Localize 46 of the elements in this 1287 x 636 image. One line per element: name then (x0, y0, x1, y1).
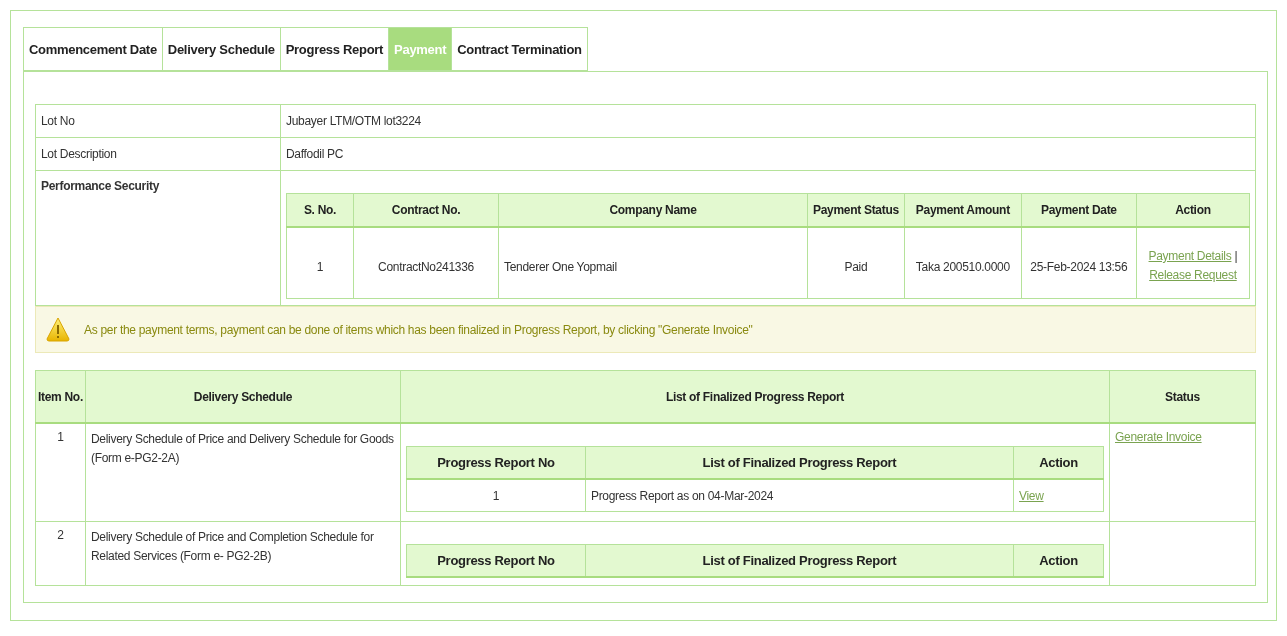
table-cell: Daffodil PC (280, 137, 1256, 171)
column-header: Company Name (498, 193, 808, 227)
column-header: Contract No. (353, 193, 499, 227)
action-link[interactable]: Payment Details (1148, 249, 1232, 263)
column-header: Status (1109, 370, 1256, 423)
column-header: Progress Report No (406, 446, 586, 479)
column-header: S. No. (286, 193, 354, 227)
column-header: Payment Amount (904, 193, 1022, 227)
alert-message: As per the payment terms, payment can be done of items which has been finalized in Progress Report, by clicking "Generate Invoice" (84, 322, 753, 337)
column-header: Payment Date (1021, 193, 1137, 227)
tab[interactable]: Commencement Date (23, 27, 162, 71)
tab[interactable]: Progress Report (279, 27, 389, 71)
column-header: List of Finalized Progress Report (400, 370, 1110, 423)
view-link[interactable]: View (1019, 488, 1044, 503)
generate-invoice-link[interactable]: Generate Invoice (1115, 430, 1202, 444)
warning-icon (46, 316, 70, 343)
table-cell: 1 (35, 423, 86, 521)
separator: | (1234, 249, 1238, 263)
table-cell: Taka 200510.0000 (904, 227, 1022, 299)
column-header: Action (1013, 544, 1104, 577)
table-cell: 2 (35, 521, 86, 585)
column-header: Payment Status (807, 193, 905, 227)
column-header: Progress Report No (406, 544, 586, 577)
tab[interactable]: Contract Termination (451, 27, 588, 71)
table-cell: Jubayer LTM/OTM lot3224 (280, 104, 1256, 138)
table-cell: Tenderer One Yopmail (498, 227, 808, 299)
table-cell: Delivery Schedule of Price and Completion Schedule for Related Services (Form e- PG2-2B) (85, 521, 401, 585)
table-cell: ContractNo241336 (353, 227, 499, 299)
column-header: List of Finalized Progress Report (585, 446, 1014, 479)
table-cell: Progress Report as on 04-Mar-2024 (585, 479, 1014, 512)
table-cell: Delivery Schedule of Price and Delivery Schedule for Goods (Form e-PG2-2A) (85, 423, 401, 521)
action-link[interactable]: Release Request (1149, 268, 1237, 282)
table-cell: Paid (807, 227, 905, 299)
column-header: Item No. (35, 370, 86, 423)
column-header: Action (1013, 446, 1104, 479)
tab[interactable]: Delivery Schedule (161, 27, 280, 71)
column-header: Action (1136, 193, 1250, 227)
table-cell: 25-Feb-2024 13:56 (1021, 227, 1137, 299)
table-cell: Lot No (35, 104, 281, 138)
tab[interactable]: Payment (388, 27, 452, 71)
table-cell: 1 (286, 227, 354, 299)
table-cell: Performance Security (35, 170, 281, 306)
table-cell: Lot Description (35, 137, 281, 171)
table-cell: 1 (406, 479, 586, 512)
column-header: List of Finalized Progress Report (585, 544, 1014, 577)
column-header: Delivery Schedule (85, 370, 401, 423)
